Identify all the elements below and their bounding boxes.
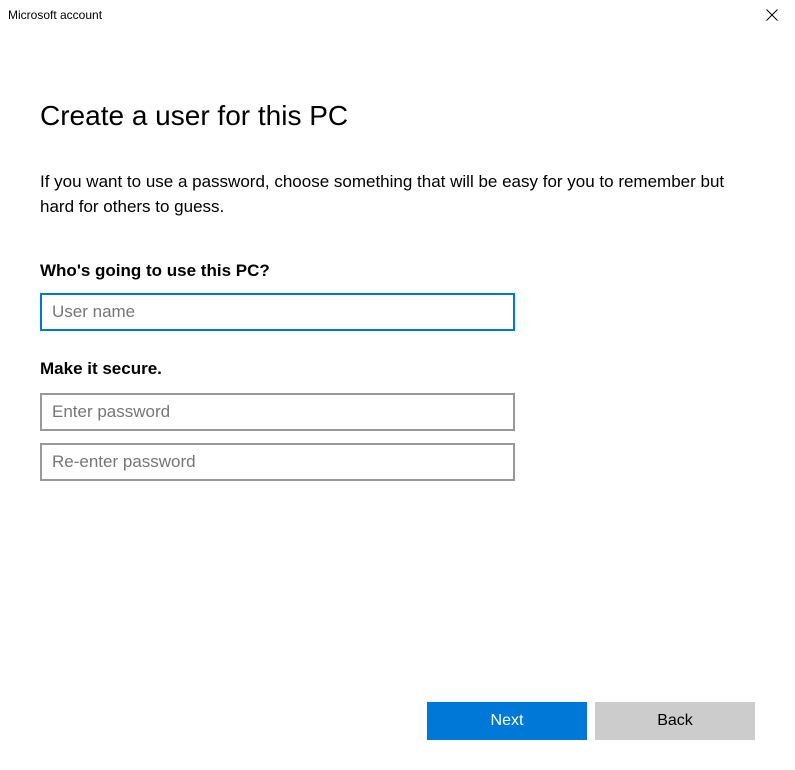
- titlebar: Microsoft account: [0, 0, 795, 30]
- back-button[interactable]: Back: [595, 702, 755, 740]
- confirm-password-input[interactable]: [40, 443, 515, 481]
- page-heading: Create a user for this PC: [40, 100, 755, 132]
- page-description: If you want to use a password, choose so…: [40, 170, 755, 219]
- footer-buttons: Next Back: [427, 702, 755, 740]
- password-input[interactable]: [40, 393, 515, 431]
- window-title: Microsoft account: [8, 8, 102, 22]
- secure-section-label: Make it secure.: [40, 359, 755, 379]
- next-button[interactable]: Next: [427, 702, 587, 740]
- close-button[interactable]: [749, 0, 795, 30]
- username-section-label: Who's going to use this PC?: [40, 261, 755, 281]
- username-input[interactable]: [40, 293, 515, 331]
- close-icon: [766, 9, 778, 21]
- main-content: Create a user for this PC If you want to…: [0, 30, 795, 481]
